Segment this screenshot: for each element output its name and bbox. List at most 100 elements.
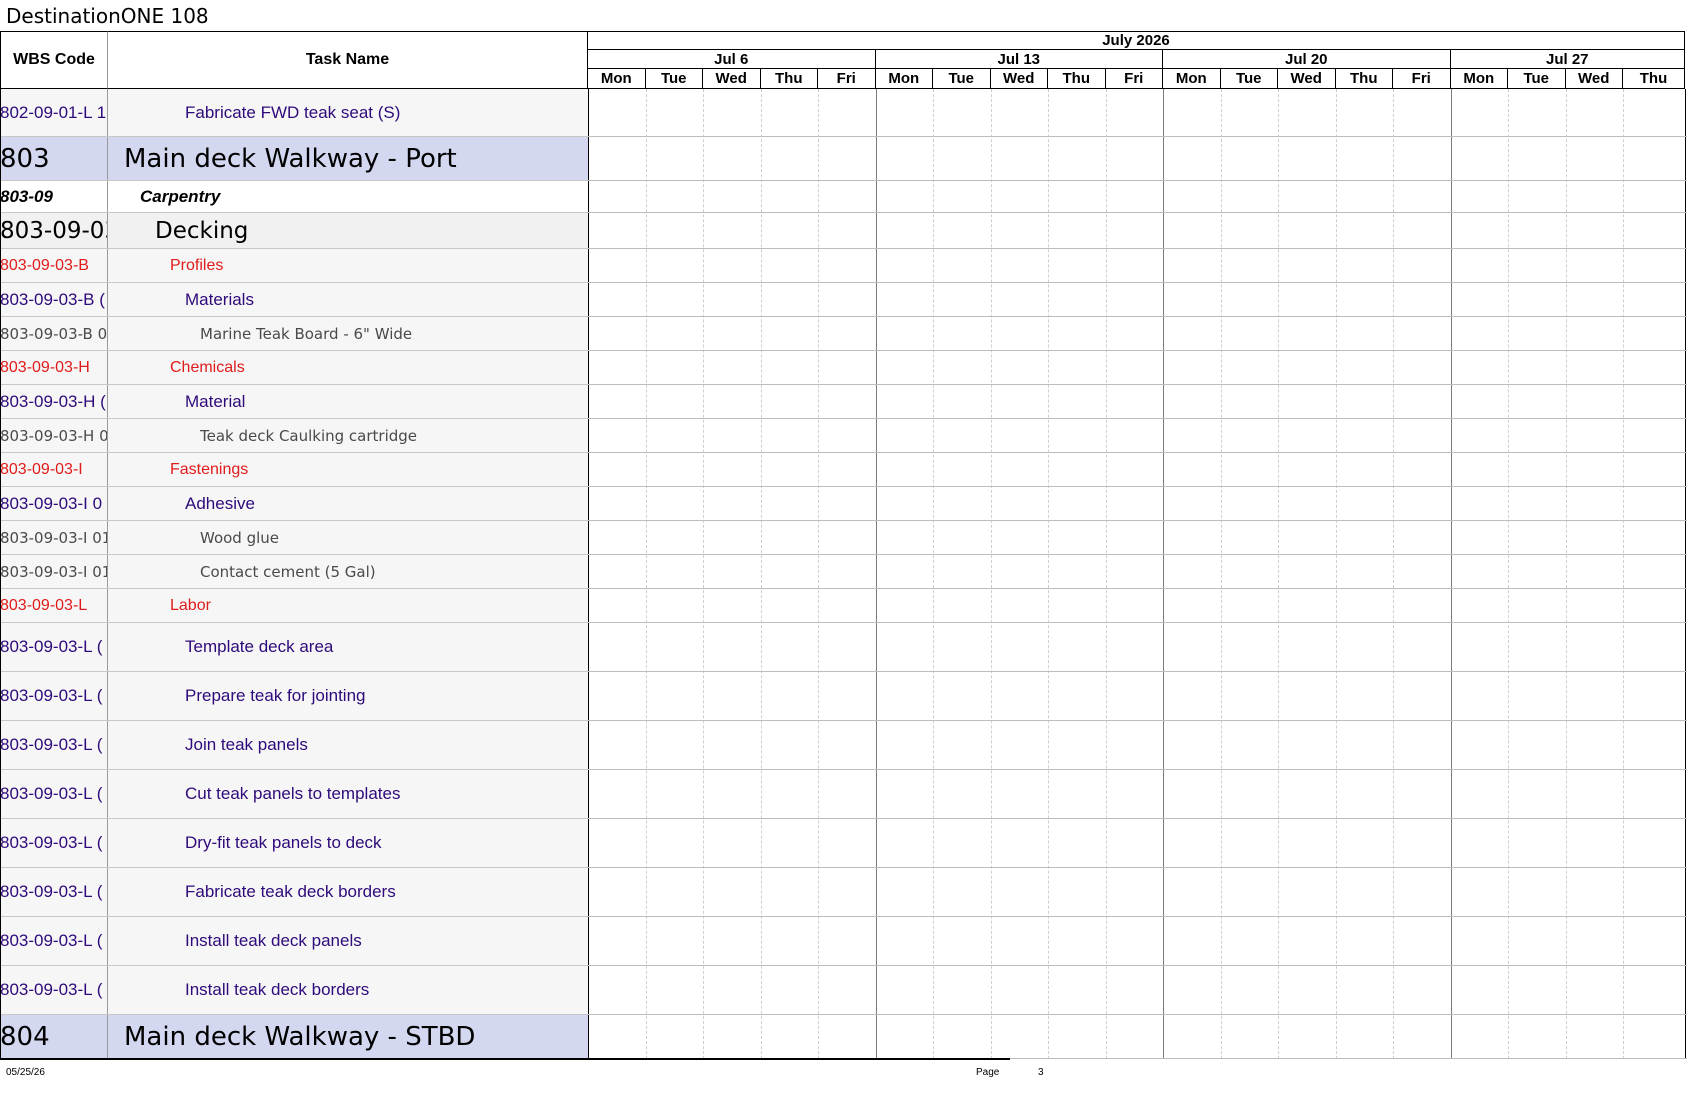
row-gridline [588, 180, 1687, 181]
task-row[interactable]: 803-09-03-L Labor [0, 589, 588, 623]
row-gridline [588, 350, 1687, 351]
task-name-cell: Fabricate FWD teak seat (S) [185, 102, 401, 122]
row-gridline [588, 867, 1687, 868]
row-gridline [588, 136, 1687, 137]
task-row[interactable]: 803-09-03-L (Template deck area [0, 623, 588, 672]
wbs-code-cell: 803-09 [0, 181, 108, 212]
task-row[interactable]: 803-09-03-B 01 Marine Teak Board - 6" Wid… [0, 317, 588, 351]
timescale-week-header: Jul 20 [1163, 50, 1451, 69]
day-gridline [703, 89, 704, 1059]
task-name-cell: Fabricate teak deck borders [185, 882, 396, 901]
task-row[interactable]: 803-09-03-H (Material [0, 385, 588, 419]
timescale-day-header: Wed [1278, 69, 1336, 89]
timescale-day-header: Thu [1623, 69, 1685, 89]
day-gridline [933, 89, 934, 1059]
row-gridline [588, 1014, 1687, 1015]
wbs-code-cell: 803-09-03-I 01 [0, 521, 108, 554]
table-bottom-border [0, 1058, 1010, 1060]
task-name-cell: Dry-fit teak panels to deck [185, 833, 382, 852]
task-name-cell: Labor [170, 596, 211, 614]
day-gridline [645, 89, 647, 1059]
timeline-left-border [588, 89, 589, 1059]
task-name-cell: Decking [155, 217, 249, 244]
timescale-day-header: Fri [818, 69, 876, 89]
task-row[interactable]: 803-09-03-H 01 Teak deck Caulking cartrid… [0, 419, 588, 453]
document-title: DestinationONE 108 [6, 4, 209, 28]
timescale-day-header: Wed [990, 69, 1048, 89]
wbs-code-cell: 803-09-03-L ( [0, 819, 108, 867]
task-name-cell: Main deck Walkway - STBD [124, 1021, 476, 1052]
task-row[interactable]: 803-09-03-I 01 Wood glue [0, 521, 588, 555]
wbs-code-cell: 803-09-03-B 01 [0, 317, 108, 350]
week-gridline [1450, 89, 1452, 1059]
row-gridline [588, 916, 1687, 917]
task-row[interactable]: 803-09-03 Decking [0, 213, 588, 249]
task-name-cell: Join teak panels [185, 735, 308, 754]
day-gridline [1335, 89, 1337, 1059]
task-name-cell: Contact cement (5 Gal) [200, 562, 376, 581]
table-left-border [0, 89, 1, 1059]
timescale-day-header: Wed [703, 69, 761, 89]
row-gridline [588, 384, 1687, 385]
task-name-cell: Template deck area [185, 637, 334, 656]
task-row[interactable]: 803-09-03-L (Install teak deck borders [0, 966, 588, 1015]
wbs-code-cell: 803-09-03-B [0, 249, 108, 282]
timescale-month-header: July 2026 [588, 31, 1685, 50]
task-name-cell: Adhesive [185, 493, 255, 513]
day-gridline [990, 89, 992, 1059]
task-row[interactable]: 803-09-03-I Fastenings [0, 453, 588, 487]
wbs-code-cell: 803-09-03-H 01 [0, 419, 108, 452]
row-gridline [588, 965, 1687, 966]
task-row[interactable]: 802-09-01-L 1 Fabricate FWD teak seat (S) [0, 89, 588, 137]
task-row[interactable]: 803-09-03-L ( Install teak deck panels [0, 917, 588, 966]
task-row[interactable]: 803-09-03-L ( Dry-fit teak panels to deck [0, 819, 588, 868]
task-row[interactable]: 803-09-03-L (Prepare teak for jointing [0, 672, 588, 721]
wbs-code-column-header[interactable]: WBS Code [0, 31, 108, 89]
week-gridline [875, 89, 877, 1059]
timescale-day-header: Mon [1163, 69, 1221, 89]
wbs-code-cell: 803-09-03-L ( [0, 721, 108, 769]
task-row[interactable]: 803-09-03-L ( Join teak panels [0, 721, 588, 770]
wbs-code-cell: 803-09-03-L ( [0, 917, 108, 965]
task-row[interactable]: 803 Main deck Walkway - Port [0, 137, 588, 181]
day-gridline [1105, 89, 1107, 1059]
day-gridline [1048, 89, 1049, 1059]
day-gridline [1220, 89, 1222, 1059]
timescale-day-header: Tue [933, 69, 991, 89]
timeline-right-border [1685, 89, 1686, 1059]
wbs-code-cell: 803-09-03-L ( [0, 770, 108, 818]
timescale-day-header: Tue [1508, 69, 1566, 89]
gantt-page: DestinationONE 108 WBS Code Task Name Ju… [0, 0, 1687, 1097]
task-name-cell: Install teak deck borders [185, 980, 370, 999]
wbs-code-cell: 803-09-03-L ( [0, 868, 108, 916]
task-row[interactable]: 803-09-03-B ( Materials [0, 283, 588, 317]
task-row[interactable]: 803-09-03-I 01 Contact cement (5 Gal) [0, 555, 588, 589]
task-row[interactable]: 804 Main deck Walkway - STBD [0, 1015, 588, 1059]
task-row[interactable]: 803-09 Carpentry [0, 181, 588, 213]
row-gridline [588, 418, 1687, 419]
wbs-code-cell: 803-09-03-B ( [0, 283, 108, 316]
timescale-day-header: Fri [1105, 69, 1163, 89]
task-name-column-header[interactable]: Task Name [108, 31, 588, 89]
timescale-day-header: Tue [645, 69, 703, 89]
timescale-week-header: Jul 13 [875, 50, 1163, 69]
wbs-code-cell: 803-09-03-I 01 [0, 555, 108, 588]
task-name-cell: Materials [185, 289, 254, 309]
task-row[interactable]: 803-09-03-B Profiles [0, 249, 588, 283]
task-name-cell: Teak deck Caulking cartridge [200, 426, 418, 445]
task-row[interactable]: 803-09-03-L (Cut teak panels to template… [0, 770, 588, 819]
task-name-cell: Material [185, 391, 246, 411]
task-name-cell: Install teak deck panels [185, 931, 362, 950]
timescale-week-header: Jul 6 [588, 50, 876, 69]
day-gridline [1393, 89, 1394, 1059]
task-name-cell: Main deck Walkway - Port [124, 143, 457, 174]
row-gridline [588, 622, 1687, 623]
task-row[interactable]: 803-09-03-I 0 Adhesive [0, 487, 588, 521]
task-name-cell: Marine Teak Board - 6" Wide [200, 324, 413, 343]
timescale-day-header: Thu [1048, 69, 1106, 89]
task-row[interactable]: 803-09-03-H Chemicals [0, 351, 588, 385]
timescale-week-header: Jul 27 [1450, 50, 1685, 69]
task-row[interactable]: 803-09-03-L ( Fabricate teak deck borders [0, 868, 588, 917]
row-gridline [588, 282, 1687, 283]
task-name-cell: Prepare teak for jointing [185, 686, 366, 705]
